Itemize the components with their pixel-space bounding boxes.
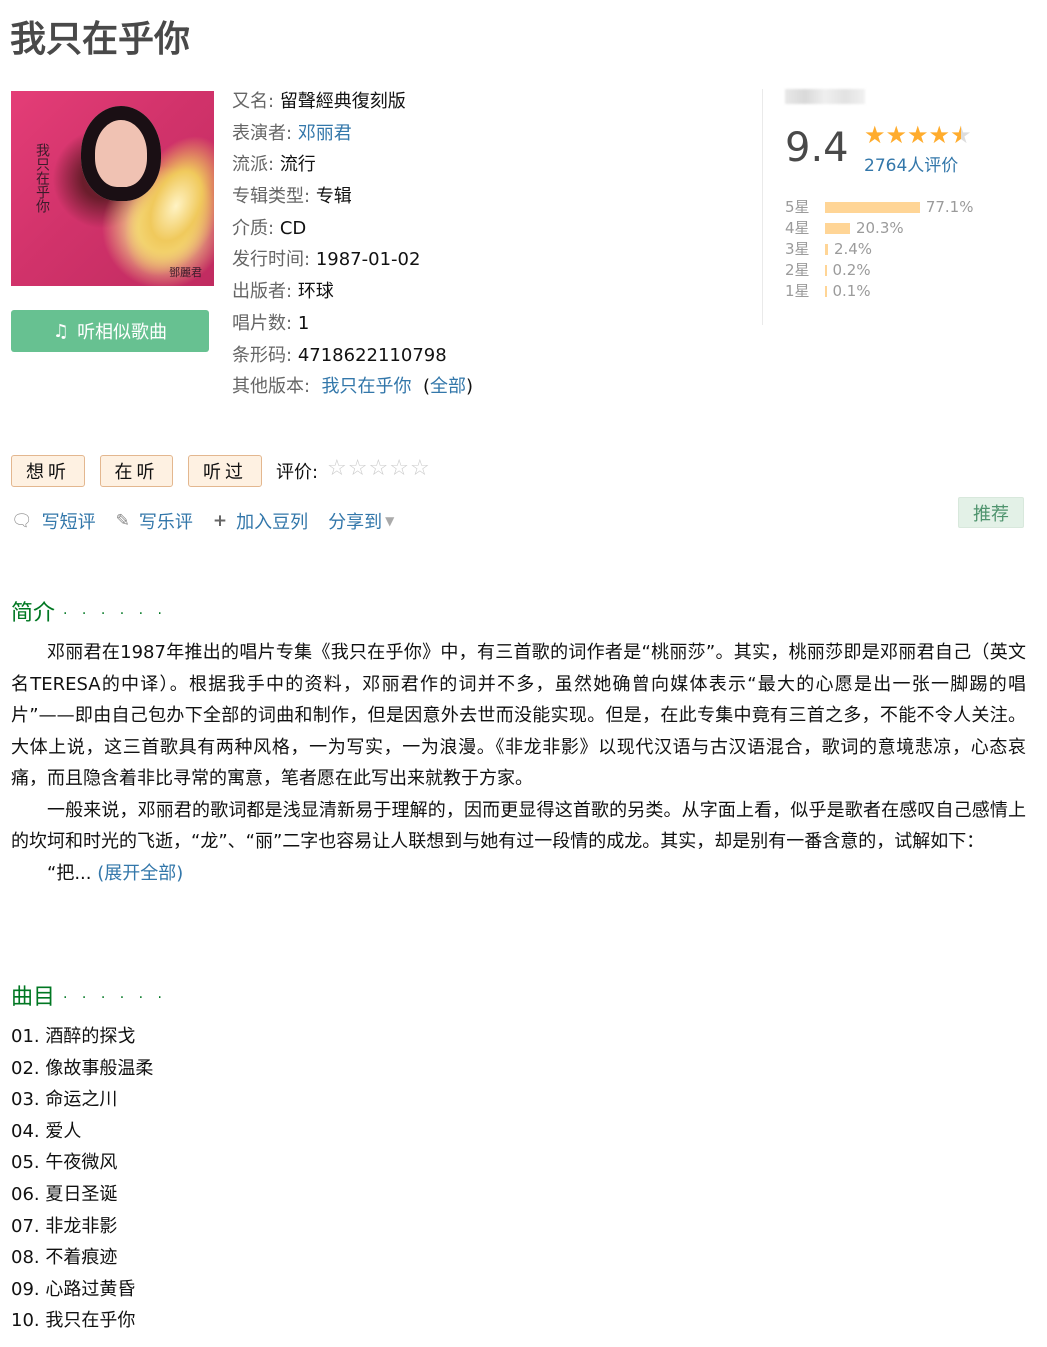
- rating-row: 1星 0.1%: [785, 281, 973, 302]
- track-item: 05. 午夜微风: [11, 1152, 118, 1174]
- rating-row: 5星 77.1%: [785, 197, 973, 218]
- rating-distribution: 5星 77.1% 4星 20.3% 3星 2.4% 2星 0.2% 1星 0.1%: [785, 197, 973, 302]
- track-item: 02. 像故事般温柔: [11, 1057, 154, 1079]
- rating-row: 3星 2.4%: [785, 239, 973, 260]
- tracklist: 01. 酒醉的探戈 02. 像故事般温柔 03. 命运之川 04. 爱人 05. 午夜微…: [11, 1021, 153, 1337]
- listen-similar-label: 听相似歌曲: [77, 322, 168, 343]
- rating-row-percent: 77.1%: [925, 198, 974, 216]
- album-info: 又名: 留聲經典復刻版 表演者: 邓丽君 流派: 流行 专辑类型: 专辑 介质:…: [232, 86, 473, 403]
- rate-star-input[interactable]: ☆☆☆☆☆: [327, 456, 431, 481]
- add-to-list-link[interactable]: + 加入豆列: [213, 508, 308, 534]
- rating-row-percent: 2.4%: [833, 240, 873, 258]
- rating-count-link[interactable]: 2764人评价: [864, 151, 958, 176]
- intro-text: 邓丽君在1987年推出的唱片专集《我只在乎你》中，有三首歌的词作者是“桃丽莎”。…: [11, 637, 1026, 889]
- empty-star-icon[interactable]: ☆: [368, 456, 389, 481]
- track-item: 04. 爱人: [11, 1120, 82, 1142]
- intro-paragraph: 邓丽君在1987年推出的唱片专集《我只在乎你》中，有三首歌的词作者是“桃丽莎”。…: [11, 642, 1026, 789]
- write-short-review-link[interactable]: 🗨 写短评: [11, 508, 96, 534]
- listening-button[interactable]: 在听: [100, 455, 173, 487]
- info-other-versions: 其他版本: 我只在乎你 (全部): [232, 376, 474, 398]
- rating-bar: [825, 265, 827, 276]
- rating-row-percent: 20.3%: [855, 219, 904, 237]
- rating-header-blurred: [785, 89, 865, 104]
- rating-box: 9.4 ★★★★★ 2764人评价 5星 77.1% 4星 20.3% 3星 2.4% 2星…: [762, 89, 1002, 325]
- rating-row: 4星 20.3%: [785, 218, 973, 239]
- empty-star-icon[interactable]: ☆: [410, 456, 431, 481]
- action-links: 🗨 写短评 ✎ 写乐评 + 加入豆列 分享到 ▼: [11, 508, 414, 534]
- cover-portrait: [81, 106, 161, 201]
- info-alias: 又名: 留聲經典復刻版: [232, 91, 406, 112]
- pencil-icon: ✎: [115, 511, 130, 531]
- rate-label: 评价:: [276, 462, 319, 483]
- artist-link[interactable]: 邓丽君: [298, 123, 352, 144]
- star-icon: ★: [864, 121, 886, 149]
- caret-down-icon: ▼: [385, 514, 395, 528]
- half-star-icon: ★: [950, 121, 972, 149]
- rating-row-label: 3星: [785, 240, 810, 258]
- track-item: 07. 非龙非影: [11, 1215, 118, 1237]
- recommend-button[interactable]: 推荐: [958, 497, 1024, 528]
- rating-row-percent: 0.1%: [832, 282, 871, 300]
- music-note-icon: ♫: [52, 320, 70, 342]
- listen-similar-button[interactable]: ♫ 听相似歌曲: [11, 310, 209, 352]
- rating-bar: [825, 244, 828, 255]
- intro-paragraph: 一般来说，邓丽君的歌词都是浅显清新易于理解的，因而更显得这首歌的另类。从字面上看…: [11, 799, 1026, 853]
- rating-score: 9.4: [785, 125, 849, 171]
- info-type: 专辑类型: 专辑: [232, 186, 352, 208]
- info-artist: 表演者: 邓丽君: [232, 122, 352, 144]
- tracklist-heading: 曲目 · · · · · ·: [11, 985, 167, 1010]
- empty-star-icon[interactable]: ☆: [348, 456, 369, 481]
- plus-icon: +: [212, 511, 228, 531]
- write-review-link[interactable]: ✎ 写乐评: [116, 508, 193, 534]
- rating-row-label: 1星: [785, 282, 810, 300]
- star-icon: ★: [928, 121, 951, 149]
- cover-calligraphy: 我只在乎你: [34, 143, 50, 213]
- track-item: 01. 酒醉的探戈: [11, 1026, 136, 1047]
- rating-row: 2星 0.2%: [785, 260, 973, 281]
- listened-button[interactable]: 听过: [188, 455, 262, 487]
- info-release: 发行时间: 1987-01-02: [232, 249, 421, 271]
- rating-bar: [825, 286, 827, 297]
- star-icon: ★: [885, 121, 908, 149]
- track-item: 03. 命运之川: [11, 1089, 118, 1111]
- rating-row-label: 4星: [785, 219, 810, 237]
- info-genre: 流派: 流行: [232, 154, 316, 176]
- share-link[interactable]: 分享到 ▼: [328, 508, 394, 534]
- star-icon: ★: [907, 121, 929, 149]
- other-version-link[interactable]: 我只在乎你: [322, 376, 412, 397]
- empty-star-icon[interactable]: ☆: [327, 456, 348, 481]
- comment-icon: 🗨: [11, 511, 33, 531]
- intro-heading: 简介 · · · · · ·: [11, 601, 167, 626]
- want-listen-button[interactable]: 想听: [11, 455, 85, 487]
- cover-signature: 鄧麗君: [169, 266, 202, 279]
- info-barcode: 条形码: 4718622110798: [232, 344, 447, 366]
- expand-all-link[interactable]: (展开全部): [97, 863, 183, 884]
- rating-bar: [825, 202, 920, 213]
- rating-row-percent: 0.2%: [832, 261, 871, 279]
- info-publisher: 出版者: 环球: [232, 281, 334, 303]
- track-item: 09. 心路过黄昏: [11, 1278, 136, 1300]
- track-item: 08. 不着痕迹: [11, 1247, 118, 1269]
- rating-bar: [825, 223, 850, 234]
- info-discs: 唱片数: 1: [232, 312, 310, 334]
- page-title: 我只在乎你: [10, 19, 191, 60]
- all-versions-link[interactable]: 全部: [430, 376, 466, 397]
- intro-paragraph: “把... (展开全部): [47, 862, 184, 884]
- track-item: 06. 夏日圣诞: [11, 1183, 118, 1205]
- track-item: 10. 我只在乎你: [11, 1310, 136, 1332]
- empty-star-icon[interactable]: ☆: [389, 456, 410, 481]
- rating-row-label: 5星: [785, 198, 810, 216]
- rating-row-label: 2星: [785, 261, 810, 279]
- rating-stars: ★★★★★: [864, 122, 972, 148]
- album-cover[interactable]: 我只在乎你 鄧麗君: [11, 91, 214, 286]
- info-medium: 介质: CD: [232, 217, 307, 239]
